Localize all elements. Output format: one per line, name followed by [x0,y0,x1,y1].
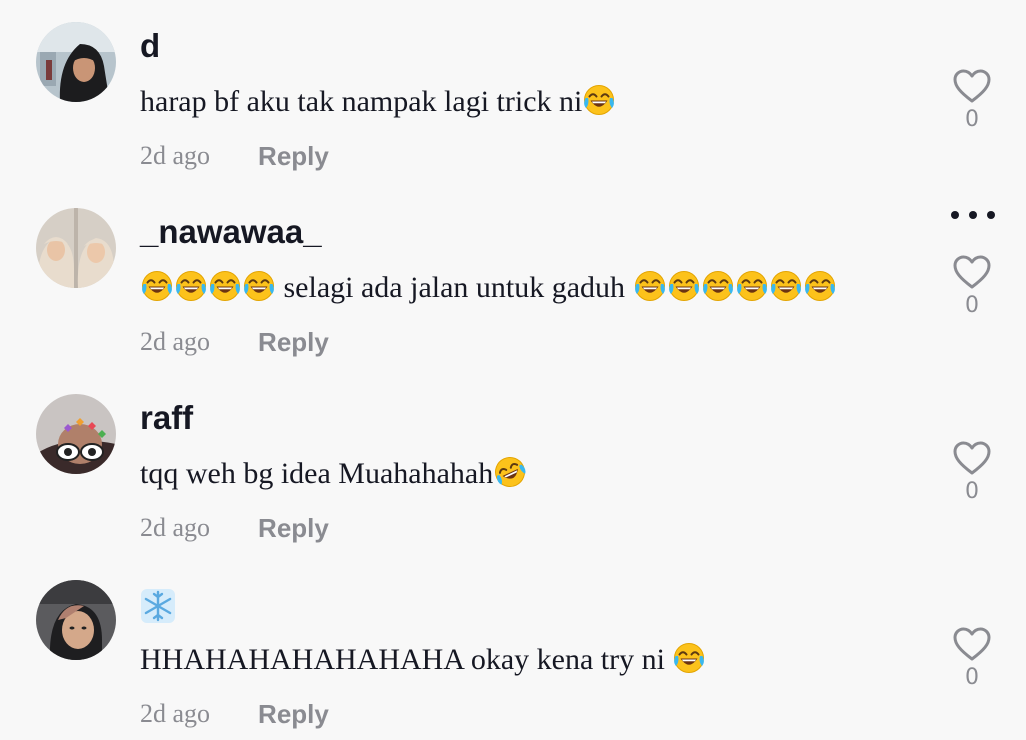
comment-username[interactable]: d [140,22,160,70]
reply-button[interactable]: Reply [258,141,329,172]
comment-text: tqq weh bg idea Muahahahah [140,452,527,496]
comment-username[interactable]: raff [140,394,193,442]
face-with-tears-of-joy-icon [583,84,616,116]
face-with-tears-of-joy-icon [175,270,207,302]
heart-outline-icon [953,441,991,475]
snowflake-icon [141,589,175,624]
comment-item: _nawawaa_ selagi ada jalan untuk gaduh 2… [0,186,1026,372]
face-with-tears-of-joy-icon [209,270,241,302]
like-button[interactable]: 0 [948,254,996,320]
face-with-tears-of-joy-icon [735,270,768,302]
comment-timestamp: 2d ago [140,141,211,170]
comment-item: raff tqq weh bg idea Muahahahah 2d ago R… [0,372,1026,558]
comment-meta: 2d ago Reply [140,694,329,734]
like-count: 0 [965,665,979,690]
avatar-image [36,208,116,288]
comment-timestamp: 2d ago [140,327,211,356]
comment-list: d harap bf aku tak nampak lagi trick ni … [0,0,1026,740]
avatar-image [36,394,116,474]
reply-button[interactable]: Reply [258,699,329,730]
face-with-tears-of-joy-icon [673,642,706,674]
like-count: 0 [965,479,979,504]
face-with-tears-of-joy-icon [701,270,734,302]
comment-text-content: selagi ada jalan untuk gaduh [283,271,626,304]
comment-text: HHAHAHAHAHAHAHA okay kena try ni [140,638,706,682]
heart-outline-icon [953,255,991,289]
heart-outline-icon [953,627,991,661]
comment-meta: 2d ago Reply [140,508,329,548]
reply-button[interactable]: Reply [258,513,329,544]
heart-outline-icon [953,69,991,103]
comment-meta: 2d ago Reply [140,136,329,176]
like-button[interactable]: 0 [948,440,996,506]
avatar-image [36,22,116,102]
face-with-tears-of-joy-icon [667,270,700,302]
avatar[interactable] [36,580,116,660]
comment-timestamp: 2d ago [140,513,211,542]
face-with-tears-of-joy-icon [803,270,836,302]
comment-username[interactable] [140,580,176,628]
like-button[interactable]: 0 [948,68,996,134]
face-with-tears-of-joy-icon [243,270,275,302]
face-with-tears-of-joy-icon [769,270,802,302]
comment-timestamp: 2d ago [140,699,211,728]
comment-text-content: harap bf aku tak nampak lagi trick ni [140,85,583,118]
rolling-on-floor-laughing-icon [494,456,527,488]
comment-username[interactable]: _nawawaa_ [140,208,322,256]
comment-text: harap bf aku tak nampak lagi trick ni [140,80,616,124]
like-button[interactable]: 0 [948,626,996,692]
avatar[interactable] [36,394,116,474]
comment-item: HHAHAHAHAHAHAHA okay kena try ni 2d ago … [0,558,1026,740]
comment-text-content: HHAHAHAHAHAHAHA okay kena try ni [140,643,665,676]
like-count: 0 [965,293,979,318]
avatar[interactable] [36,208,116,288]
like-count: 0 [965,107,979,132]
comment-text: selagi ada jalan untuk gaduh [140,266,837,310]
reply-button[interactable]: Reply [258,327,329,358]
avatar[interactable] [36,22,116,102]
comment-meta: 2d ago Reply [140,322,329,362]
comment-item: d harap bf aku tak nampak lagi trick ni … [0,0,1026,186]
avatar-image [36,580,116,660]
face-with-tears-of-joy-icon [141,270,173,302]
face-with-tears-of-joy-icon [633,270,666,302]
comment-text-content: tqq weh bg idea Muahahahah [140,457,494,490]
